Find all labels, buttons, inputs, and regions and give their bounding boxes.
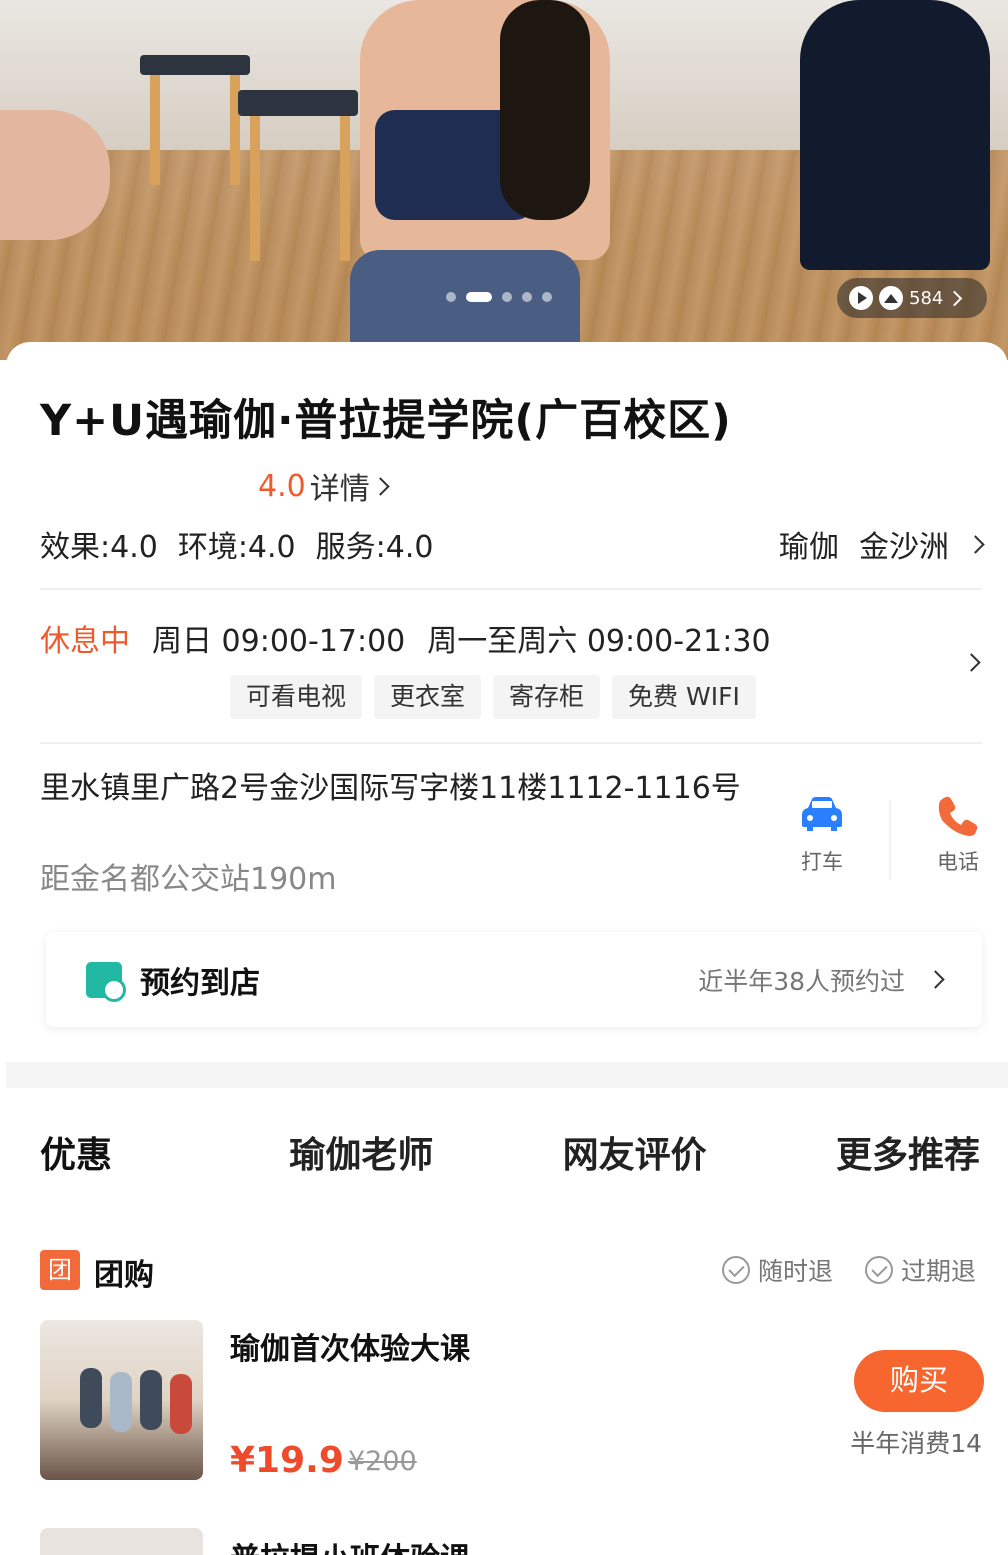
hero-person-right [800, 0, 990, 270]
distance-info: 距金名都公交站190m [40, 862, 337, 897]
hours-weekdays: 周一至周六 09:00-21:30 [427, 624, 771, 659]
car-icon [782, 794, 862, 838]
facility-tag: 更衣室 [374, 675, 482, 719]
store-booking-bar[interactable]: 预约到店 近半年38人预约过 [46, 932, 982, 1027]
hero-stool [238, 90, 358, 116]
media-count-badge[interactable]: 584 [837, 278, 987, 318]
carousel-dot [542, 292, 552, 302]
score-service: 服务:4.0 [315, 530, 434, 565]
shop-category: 瑜伽 [779, 530, 839, 565]
tab-deals[interactable]: 优惠 [0, 1126, 161, 1178]
business-hours[interactable]: 休息中 周日 09:00-17:00 周一至周六 09:00-21:30 [40, 616, 771, 660]
group-buy-label: 团购 [94, 1258, 154, 1293]
phone-label: 电话 [937, 850, 979, 874]
sub-scores: 效果:4.0 环境:4.0 服务:4.0 [40, 522, 433, 566]
hero-stool-leg [150, 75, 160, 185]
play-icon [849, 286, 873, 310]
booking-label: 预约到店 [140, 965, 260, 1001]
score-environment: 环境:4.0 [177, 530, 296, 565]
section-separator [6, 1062, 1008, 1088]
deal-title[interactable]: 普拉提小班体验课 [230, 1534, 470, 1555]
tab-recommendations[interactable]: 更多推荐 [836, 1126, 980, 1178]
deal-sold-count: 半年消费14 [850, 1429, 982, 1458]
facility-tags: 可看电视 更衣室 寄存柜 免费 WIFI [230, 675, 756, 719]
refund-expired-policy: 过期退 [865, 1252, 976, 1288]
deal-title[interactable]: 瑜伽首次体验大课 [230, 1324, 470, 1368]
policy-label: 随时退 [758, 1257, 834, 1286]
business-status: 休息中 [40, 624, 130, 659]
thumbnail-figure [80, 1368, 102, 1428]
hours-sunday: 周日 09:00-17:00 [152, 624, 406, 659]
shop-name: Y+U遇瑜伽·普拉提学院(广百校区) [40, 396, 732, 446]
booking-count: 近半年38人预约过 [698, 966, 905, 996]
check-circle-icon [865, 1256, 893, 1284]
thumbnail-figure [140, 1370, 162, 1430]
hero-stool-leg [340, 116, 350, 261]
deal-original-price: ¥200 [348, 1446, 417, 1477]
carousel-dot [502, 292, 512, 302]
score-effect: 效果:4.0 [40, 530, 158, 565]
tab-reviews[interactable]: 网友评价 [563, 1126, 707, 1178]
carousel-dot [522, 292, 532, 302]
deal-thumbnail[interactable] [40, 1528, 203, 1555]
section-tabs: 优惠 瑜伽老师 网友评价 更多推荐 [40, 1126, 980, 1178]
taxi-button[interactable]: 打车 [782, 794, 862, 876]
buy-button[interactable]: 购买 [854, 1350, 984, 1412]
check-circle-icon [722, 1256, 750, 1284]
carousel-dot-active [466, 292, 492, 302]
hero-stool [140, 55, 250, 75]
taxi-label: 打车 [801, 850, 843, 874]
phone-button[interactable]: 电话 [918, 794, 998, 876]
facility-tag: 可看电视 [230, 675, 363, 719]
deal-price: ¥19.9 [230, 1440, 344, 1481]
shop-address[interactable]: 里水镇里广路2号金沙国际写字楼11楼1112-1116号 [40, 770, 760, 808]
hero-hair [500, 0, 590, 220]
group-buy-icon: 团 [40, 1250, 80, 1290]
refund-anytime-policy: 随时退 [722, 1252, 833, 1288]
chevron-right-icon [947, 290, 963, 306]
media-count: 584 [909, 287, 944, 309]
rating-detail-link[interactable]: 详情 [310, 464, 370, 508]
hero-stool-leg [250, 116, 260, 261]
carousel-dot [446, 292, 456, 302]
facility-tag: 寄存柜 [493, 675, 601, 719]
rating-score: 4.0 [258, 468, 306, 504]
thumbnail-figure [110, 1372, 132, 1432]
carousel-indicator [446, 292, 552, 302]
phone-icon [918, 794, 998, 838]
shop-area: 金沙洲 [859, 530, 949, 565]
tab-teachers[interactable]: 瑜伽老师 [289, 1126, 433, 1178]
deal-thumbnail[interactable] [40, 1320, 203, 1480]
chevron-right-icon [966, 534, 985, 554]
facility-tag: 免费 WIFI [612, 675, 756, 719]
rating-row[interactable]: 4.0 详情 [258, 464, 390, 508]
thumbnail-figure [170, 1374, 192, 1434]
divider [40, 588, 982, 590]
category-area-link[interactable]: 瑜伽 金沙洲 [779, 522, 985, 566]
hero-gallery[interactable]: 584 [0, 0, 1008, 360]
policy-label: 过期退 [901, 1257, 977, 1286]
chevron-right-icon [371, 476, 390, 496]
vertical-divider [889, 800, 891, 880]
hero-hand-left [0, 110, 110, 240]
photo-icon [879, 286, 903, 310]
chevron-right-icon [926, 970, 945, 989]
calendar-icon [86, 961, 126, 1002]
divider [40, 742, 982, 744]
